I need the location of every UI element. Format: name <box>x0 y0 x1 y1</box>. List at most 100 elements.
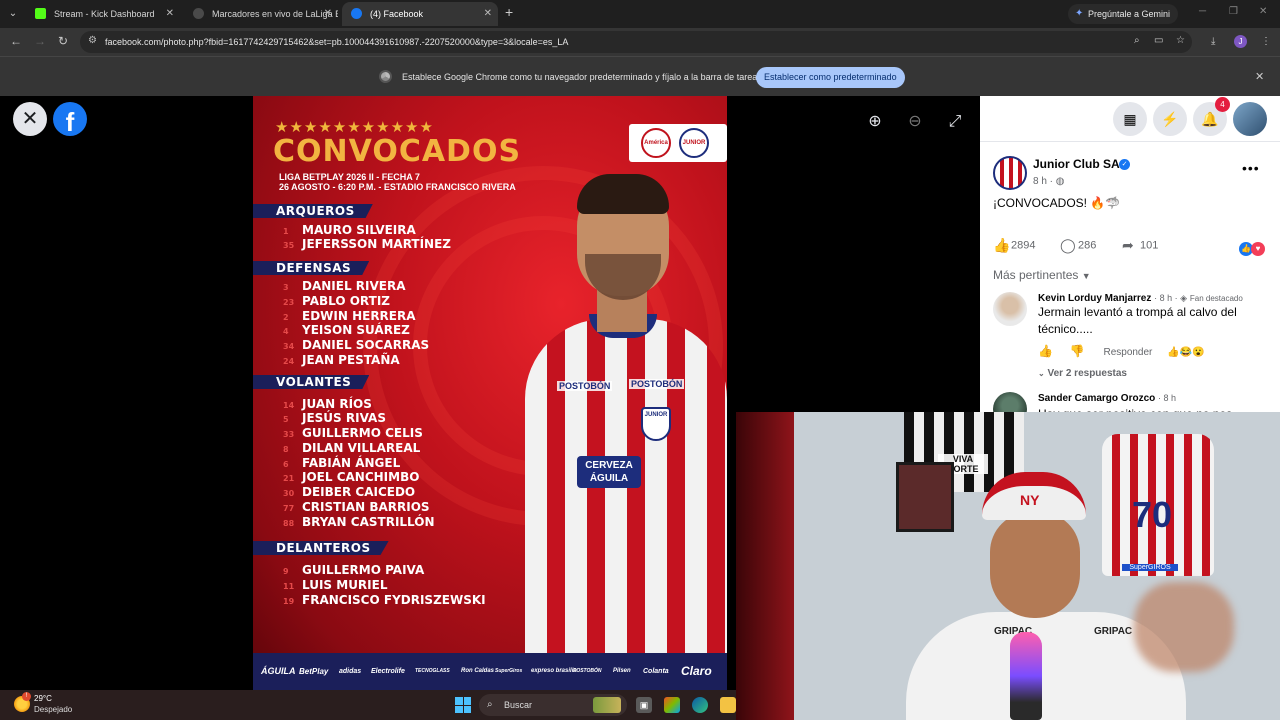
player-number: 77 <box>283 504 295 513</box>
close-tab-icon[interactable]: ✕ <box>324 2 332 26</box>
sponsor-logo: POSTOBÓN <box>573 668 602 674</box>
default-browser-infobar: Establece Google Chrome como tu navegado… <box>0 56 1280 96</box>
address-bar[interactable]: ⚙ facebook.com/photo.php?fbid=1617742429… <box>80 31 1192 53</box>
player-name: JEFERSSON MARTÍNEZ <box>302 237 451 251</box>
commenter-avatar[interactable] <box>993 392 1027 414</box>
weather-condition[interactable]: Despejado <box>34 705 72 714</box>
junior-badge: JUNIOR <box>679 128 709 158</box>
tab-laliga[interactable]: Marcadores en vivo de LaLiga E ✕ <box>184 2 338 26</box>
new-tab-icon[interactable]: + <box>505 4 513 20</box>
kick-icon <box>35 8 46 19</box>
view-replies-label: Ver 2 respuestas <box>1047 368 1127 379</box>
player-number: 88 <box>283 519 295 528</box>
post-timestamp: 8 h · ◍ <box>1033 176 1065 187</box>
comment-author[interactable]: Kevin Lorduy Manjarrez · 8 h · ◈ Fan des… <box>1038 293 1243 304</box>
close-tab-icon[interactable]: ✕ <box>166 2 174 26</box>
gemini-button[interactable]: ✦ Pregúntale a Gemini <box>1068 4 1179 24</box>
player-number: 34 <box>283 342 295 351</box>
player-row: 34 DANIEL SOCARRAS <box>283 338 429 353</box>
infobar-close-icon[interactable]: ✕ <box>1255 70 1264 83</box>
sponsor-logo: expreso brasilia <box>531 668 577 674</box>
junior-page-avatar[interactable] <box>993 156 1027 190</box>
reply-link[interactable]: Responder <box>1103 347 1152 358</box>
player-name: MAURO SILVEIRA <box>302 223 416 237</box>
comment-sort-label: Más pertinentes <box>993 268 1079 282</box>
search-highlight-image <box>593 697 621 713</box>
webcam-overlay: VIVA SORTE 70 SuperGIROS GRIPAC GRIPAC N… <box>736 412 1280 720</box>
facebook-topbar: ▦ ⚡ 🔔 4 <box>980 96 1280 142</box>
comment-reactions-icon[interactable]: 👍😂😮 <box>1167 347 1204 358</box>
taskbar-search[interactable]: ⌕ Buscar <box>479 694 627 716</box>
comment-author-name[interactable]: Kevin Lorduy Manjarrez <box>1038 293 1151 304</box>
sponsor-logo: Claro <box>681 664 712 678</box>
likes-stat[interactable]: 👍2894 <box>993 237 1035 254</box>
poster-subtitle-1: LIGA BETPLAY 2026 II - FECHA 7 <box>279 172 420 182</box>
profile-avatar[interactable]: J <box>1234 35 1247 48</box>
section-delanteros: DELANTEROS <box>253 541 389 555</box>
close-viewer-icon[interactable]: ✕ <box>13 102 47 136</box>
menu-grid-icon[interactable]: ▦ <box>1113 102 1147 136</box>
comment-author-name[interactable]: Sander Camargo Orozco <box>1038 393 1155 404</box>
download-icon[interactable]: ⤓ <box>1211 36 1215 47</box>
sponsor-logo: Ron Caldas <box>461 668 495 674</box>
comment-dislike-icon[interactable]: 👎 <box>1070 344 1085 358</box>
bookmark-star-icon[interactable]: ☆ <box>1176 35 1185 46</box>
file-explorer-icon[interactable] <box>720 697 736 713</box>
view-replies-link[interactable]: ⌄ Ver 2 respuestas <box>1038 368 1127 379</box>
player-name: JEAN PESTAÑA <box>302 353 400 367</box>
maximize-icon[interactable]: ❐ <box>1229 6 1238 17</box>
commenter-avatar[interactable] <box>993 292 1027 326</box>
edge-icon[interactable] <box>692 697 708 713</box>
page-name[interactable]: Junior Club SA <box>1033 157 1120 171</box>
comment-author[interactable]: Sander Camargo Orozco · 8 h <box>1038 393 1176 404</box>
player-row: 2 EDWIN HERRERA <box>283 309 416 324</box>
sponsor-logo: BetPlay <box>299 667 329 676</box>
zoom-out-icon[interactable]: ⊖ <box>904 111 926 133</box>
reaction-icons[interactable]: 👍 ♥ <box>1239 238 1265 256</box>
comments-stat[interactable]: ◯ 286 <box>1060 237 1096 254</box>
sponsor-logo: SuperGiros <box>495 668 523 674</box>
zoom-in-icon[interactable]: ⊕ <box>864 111 886 133</box>
player-number: 21 <box>283 474 295 483</box>
set-default-button[interactable]: Establecer como predeterminado <box>756 67 905 88</box>
reload-icon[interactable]: ↻ <box>58 34 68 48</box>
tab-search-icon[interactable]: ⌄ <box>4 5 22 23</box>
close-tab-icon[interactable]: ✕ <box>484 2 492 26</box>
tab-kick[interactable]: Stream - Kick Dashboard ✕ <box>26 2 180 26</box>
sponsor-logo: Colanta <box>643 668 669 675</box>
chevron-down-icon: ▼ <box>1081 271 1091 281</box>
messenger-icon[interactable]: ⚡ <box>1153 102 1187 136</box>
menu-kebab-icon[interactable]: ⋮ <box>1261 36 1271 47</box>
close-window-icon[interactable]: ✕ <box>1259 6 1267 17</box>
forward-icon[interactable]: → <box>34 34 46 48</box>
user-avatar[interactable] <box>1233 102 1267 136</box>
sponsor-logo: adidas <box>339 668 362 675</box>
weather-temperature[interactable]: 29°C <box>34 694 52 703</box>
shares-stat[interactable]: ➦ 101 <box>1122 237 1158 254</box>
back-icon[interactable]: ← <box>10 34 22 48</box>
zoom-icon[interactable]: ⌕ <box>1134 35 1140 46</box>
windows-taskbar: ! 29°C Despejado ⌕ Buscar ▣ <box>0 690 736 720</box>
notification-count-badge: 4 <box>1215 97 1230 112</box>
site-info-icon[interactable]: ⚙ <box>88 35 97 46</box>
facebook-post-panel: ▦ ⚡ 🔔 4 Junior Club SA ✓ 8 h · ◍ ••• ¡CO… <box>980 96 1280 414</box>
comment-sort-dropdown[interactable]: Más pertinentes ▼ <box>993 268 1091 282</box>
player-row: 33 GUILLERMO CELIS <box>283 426 423 441</box>
post-time-text[interactable]: 8 h · <box>1033 176 1056 187</box>
facebook-logo-icon[interactable]: f <box>53 102 87 137</box>
task-view-icon[interactable]: ▣ <box>636 697 652 713</box>
minimize-icon[interactable]: ─ <box>1199 6 1206 17</box>
chrome-logo-icon <box>379 70 392 83</box>
windows-start-icon[interactable] <box>455 697 471 713</box>
streamer-hand <box>1134 582 1234 672</box>
cast-icon[interactable]: ▭ <box>1154 35 1163 46</box>
fan-badge-icon: ◈ <box>1180 293 1188 303</box>
url-text[interactable]: facebook.com/photo.php?fbid=161774242971… <box>105 31 568 53</box>
copilot-icon[interactable] <box>664 697 680 713</box>
comment-like-icon[interactable]: 👍 <box>1038 344 1053 358</box>
tab-facebook[interactable]: (4) Facebook ✕ <box>342 2 498 26</box>
post-options-icon[interactable]: ••• <box>1242 160 1260 176</box>
player-row: 3 DANIEL RIVERA <box>283 279 406 294</box>
player-name: DEIBER CAICEDO <box>302 485 416 499</box>
fullscreen-icon[interactable]: ⤢ <box>944 111 966 133</box>
